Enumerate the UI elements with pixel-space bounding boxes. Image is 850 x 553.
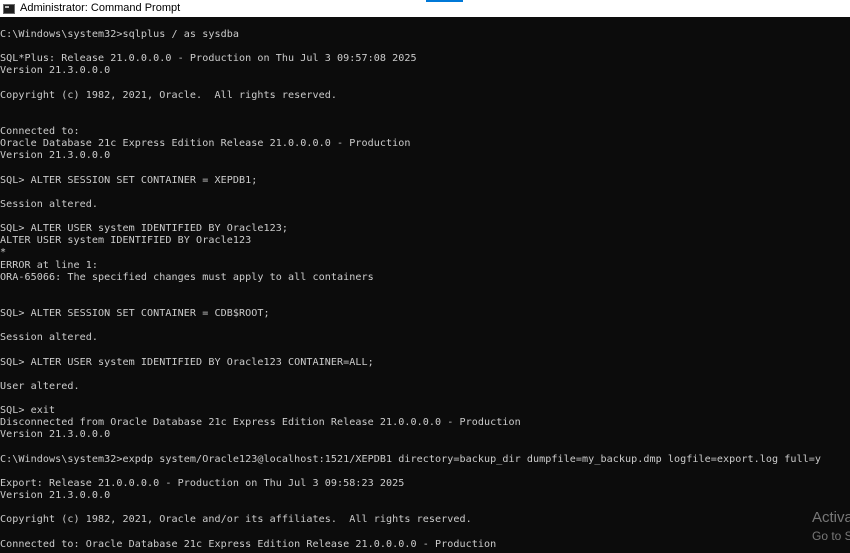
console-line-alter-user-echo: ALTER USER system IDENTIFIED BY Oracle12… <box>0 235 252 246</box>
console-line-session-altered: Session altered. <box>0 199 99 210</box>
console-line-copyright-affiliates: Copyright (c) 1982, 2021, Oracle and/or … <box>0 514 472 525</box>
console-line-connected-to: Connected to: <box>0 126 80 137</box>
console-line-alter-user: SQL> ALTER USER system IDENTIFIED BY Ora… <box>0 223 288 234</box>
titlebar-accent-strip <box>426 0 463 2</box>
console-line-alter-session-xepdb1: SQL> ALTER SESSION SET CONTAINER = XEPDB… <box>0 175 258 186</box>
console-line-prompt-expdp: C:\Windows\system32>expdp system/Oracle1… <box>0 454 822 465</box>
console-line-user-altered: User altered. <box>0 381 80 392</box>
window-title: Administrator: Command Prompt <box>20 2 181 14</box>
console-line-connected-banner: Connected to: Oracle Database 21c Expres… <box>0 539 497 550</box>
console-line-sqlplus-release: SQL*Plus: Release 21.0.0.0.0 - Productio… <box>0 53 417 64</box>
console-line-version: Version 21.3.0.0.0 <box>0 150 111 161</box>
console-line-error-location: ERROR at line 1: <box>0 260 99 271</box>
title-bar[interactable]: Administrator: Command Prompt <box>0 0 850 17</box>
command-prompt-window: Administrator: Command Prompt C:\Windows… <box>0 0 850 553</box>
console-line-alter-session-cdbroot: SQL> ALTER SESSION SET CONTAINER = CDB$R… <box>0 308 270 319</box>
console-output[interactable]: C:\Windows\system32>sqlplus / as sysdba … <box>0 17 850 553</box>
console-line-database-banner: Oracle Database 21c Express Edition Rele… <box>0 138 411 149</box>
console-line-error-marker: * <box>0 247 7 258</box>
console-line-alter-user-all: SQL> ALTER USER system IDENTIFIED BY Ora… <box>0 357 374 368</box>
command-prompt-icon[interactable] <box>3 3 15 14</box>
activation-watermark-title: Activa <box>812 509 850 526</box>
console-line-exit: SQL> exit <box>0 405 56 416</box>
activation-watermark-subtitle: Go to S <box>812 529 850 543</box>
console-line-version: Version 21.3.0.0.0 <box>0 65 111 76</box>
console-line-prompt-sqlplus: C:\Windows\system32>sqlplus / as sysdba <box>0 29 239 40</box>
console-line-version: Version 21.3.0.0.0 <box>0 429 111 440</box>
console-line-session-altered: Session altered. <box>0 332 99 343</box>
console-line-version: Version 21.3.0.0.0 <box>0 490 111 501</box>
console-line-disconnected: Disconnected from Oracle Database 21c Ex… <box>0 417 521 428</box>
console-line-ora-error: ORA-65066: The specified changes must ap… <box>0 272 374 283</box>
console-line-export-release: Export: Release 21.0.0.0.0 - Production … <box>0 478 405 489</box>
console-line-copyright: Copyright (c) 1982, 2021, Oracle. All ri… <box>0 90 337 101</box>
